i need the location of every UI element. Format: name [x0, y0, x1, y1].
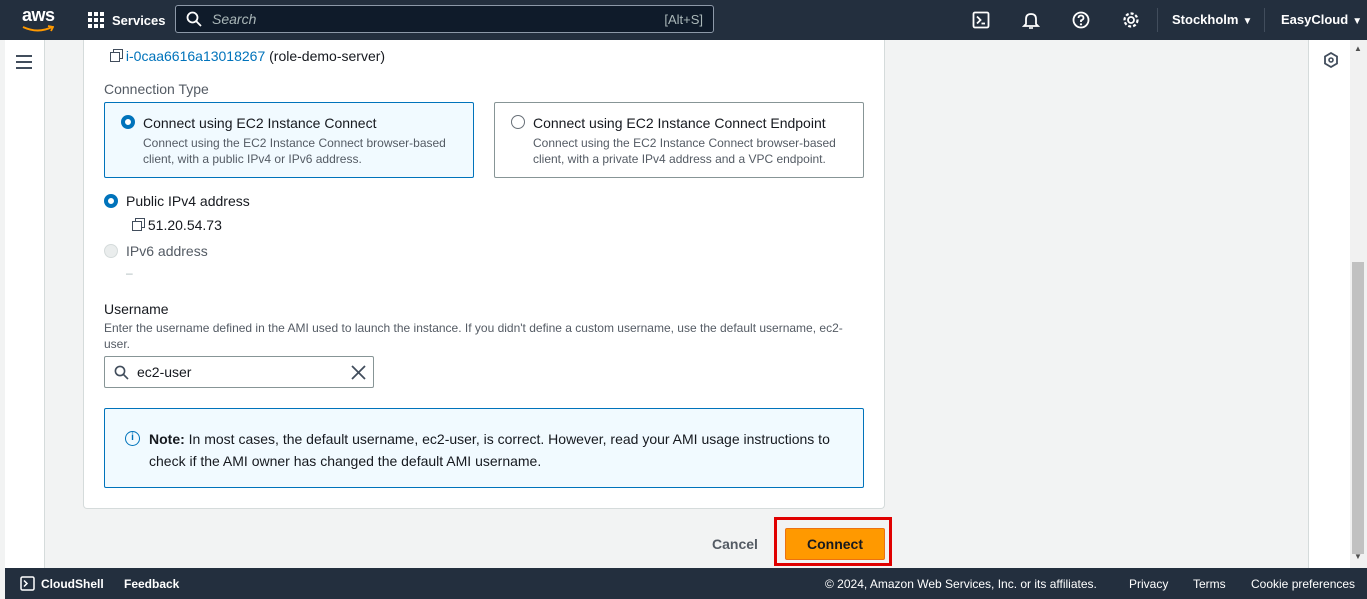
note-text: In most cases, the default username, ec2… — [149, 431, 830, 469]
terminal-icon — [20, 576, 35, 591]
cloudshell-link[interactable]: CloudShell — [41, 577, 104, 591]
account-menu[interactable]: EasyCloud ▼ — [1281, 12, 1362, 27]
option-title: Connect using EC2 Instance Connect — [143, 115, 377, 131]
option-description: Connect using the EC2 Instance Connect b… — [533, 136, 836, 166]
ipv4-value: 51.20.54.73 — [147, 217, 222, 233]
ipv6-value: – — [126, 266, 133, 280]
search-placeholder: Search — [212, 11, 257, 27]
bell-icon — [1022, 13, 1040, 29]
copy-icon[interactable] — [132, 218, 145, 231]
services-menu-button[interactable]: Services — [88, 0, 166, 40]
connect-instance-panel: i-0caa6616a13018267 (role-demo-server) C… — [83, 40, 885, 509]
scroll-up-arrow-icon[interactable]: ▲ — [1354, 44, 1362, 53]
top-navigation: aws Services Search [Alt+S] Stockholm ▼ E… — [0, 0, 1367, 40]
ipv6-label: IPv6 address — [126, 243, 208, 259]
cloudshell-button[interactable] — [970, 9, 992, 31]
right-utility-panel — [1308, 40, 1350, 568]
ipv4-label: Public IPv4 address — [126, 193, 250, 209]
instance-id-row: i-0caa6616a13018267 (role-demo-server) — [110, 48, 385, 64]
hexagon-icon[interactable] — [1323, 52, 1339, 68]
ipv4-radio[interactable] — [104, 194, 118, 208]
clear-icon[interactable] — [351, 365, 366, 380]
nav-divider — [1157, 8, 1158, 32]
option-description: Connect using the EC2 Instance Connect b… — [143, 136, 446, 166]
notifications-button[interactable] — [1020, 9, 1042, 31]
help-icon — [1072, 11, 1090, 29]
radio-unselected[interactable] — [511, 115, 525, 129]
username-value: ec2-user — [137, 364, 192, 380]
nav-divider — [1264, 8, 1265, 32]
search-shortcut: [Alt+S] — [664, 11, 703, 27]
settings-button[interactable] — [1120, 9, 1142, 31]
account-label: EasyCloud — [1281, 12, 1349, 27]
option-ec2-instance-connect-endpoint[interactable]: Connect using EC2 Instance Connect Endpo… — [494, 102, 864, 178]
note-prefix: Note: — [149, 431, 185, 447]
scroll-down-arrow-icon[interactable]: ▼ — [1354, 552, 1362, 561]
region-label: Stockholm — [1172, 12, 1239, 27]
caret-down-icon: ▼ — [1352, 16, 1363, 27]
services-label: Services — [112, 12, 166, 28]
option-title: Connect using EC2 Instance Connect Endpo… — [533, 115, 826, 131]
aws-logo[interactable]: aws — [6, 0, 66, 40]
ipv4-value-row: 51.20.54.73 — [132, 217, 222, 233]
instance-name: (role-demo-server) — [269, 48, 386, 64]
instance-id-link[interactable]: i-0caa6616a13018267 — [126, 48, 265, 64]
region-selector[interactable]: Stockholm ▼ — [1172, 12, 1252, 27]
alert-text: Note: In most cases, the default usernam… — [149, 428, 849, 472]
username-description: Enter the username defined in the AMI us… — [104, 321, 843, 351]
side-navigation-toggle-area — [5, 40, 45, 568]
info-alert: i Note: In most cases, the default usern… — [104, 408, 864, 488]
ipv6-radio — [104, 244, 118, 258]
privacy-link[interactable]: Privacy — [1129, 577, 1168, 591]
page-scrollbar[interactable]: ▲ ▼ — [1350, 40, 1367, 568]
option-ec2-instance-connect[interactable]: Connect using EC2 Instance Connect Conne… — [104, 102, 474, 178]
terms-link[interactable]: Terms — [1193, 577, 1226, 591]
username-input[interactable]: ec2-user — [104, 356, 374, 388]
help-button[interactable] — [1070, 9, 1092, 31]
grid-icon — [88, 12, 104, 28]
info-icon: i — [125, 431, 140, 446]
feedback-link[interactable]: Feedback — [124, 577, 179, 591]
radio-selected[interactable] — [121, 115, 135, 129]
username-label: Username — [104, 301, 169, 317]
gear-icon — [1123, 12, 1139, 28]
copy-icon[interactable] — [110, 49, 123, 62]
aws-logo-text: aws — [22, 5, 55, 25]
search-input[interactable]: Search [Alt+S] — [175, 5, 714, 33]
terminal-icon — [972, 11, 990, 29]
cancel-button[interactable]: Cancel — [700, 533, 770, 555]
aws-smile-icon — [22, 25, 54, 32]
connect-button[interactable]: Connect — [785, 528, 885, 560]
scroll-thumb[interactable] — [1352, 262, 1364, 554]
connection-type-label: Connection Type — [104, 81, 209, 97]
copyright-text: © 2024, Amazon Web Services, Inc. or its… — [825, 577, 1097, 591]
search-icon — [114, 365, 129, 380]
footer: CloudShell Feedback © 2024, Amazon Web S… — [5, 568, 1367, 599]
cookie-preferences-link[interactable]: Cookie preferences — [1251, 577, 1355, 591]
search-icon — [186, 11, 202, 27]
menu-icon[interactable] — [16, 55, 32, 73]
caret-down-icon: ▼ — [1242, 16, 1253, 27]
